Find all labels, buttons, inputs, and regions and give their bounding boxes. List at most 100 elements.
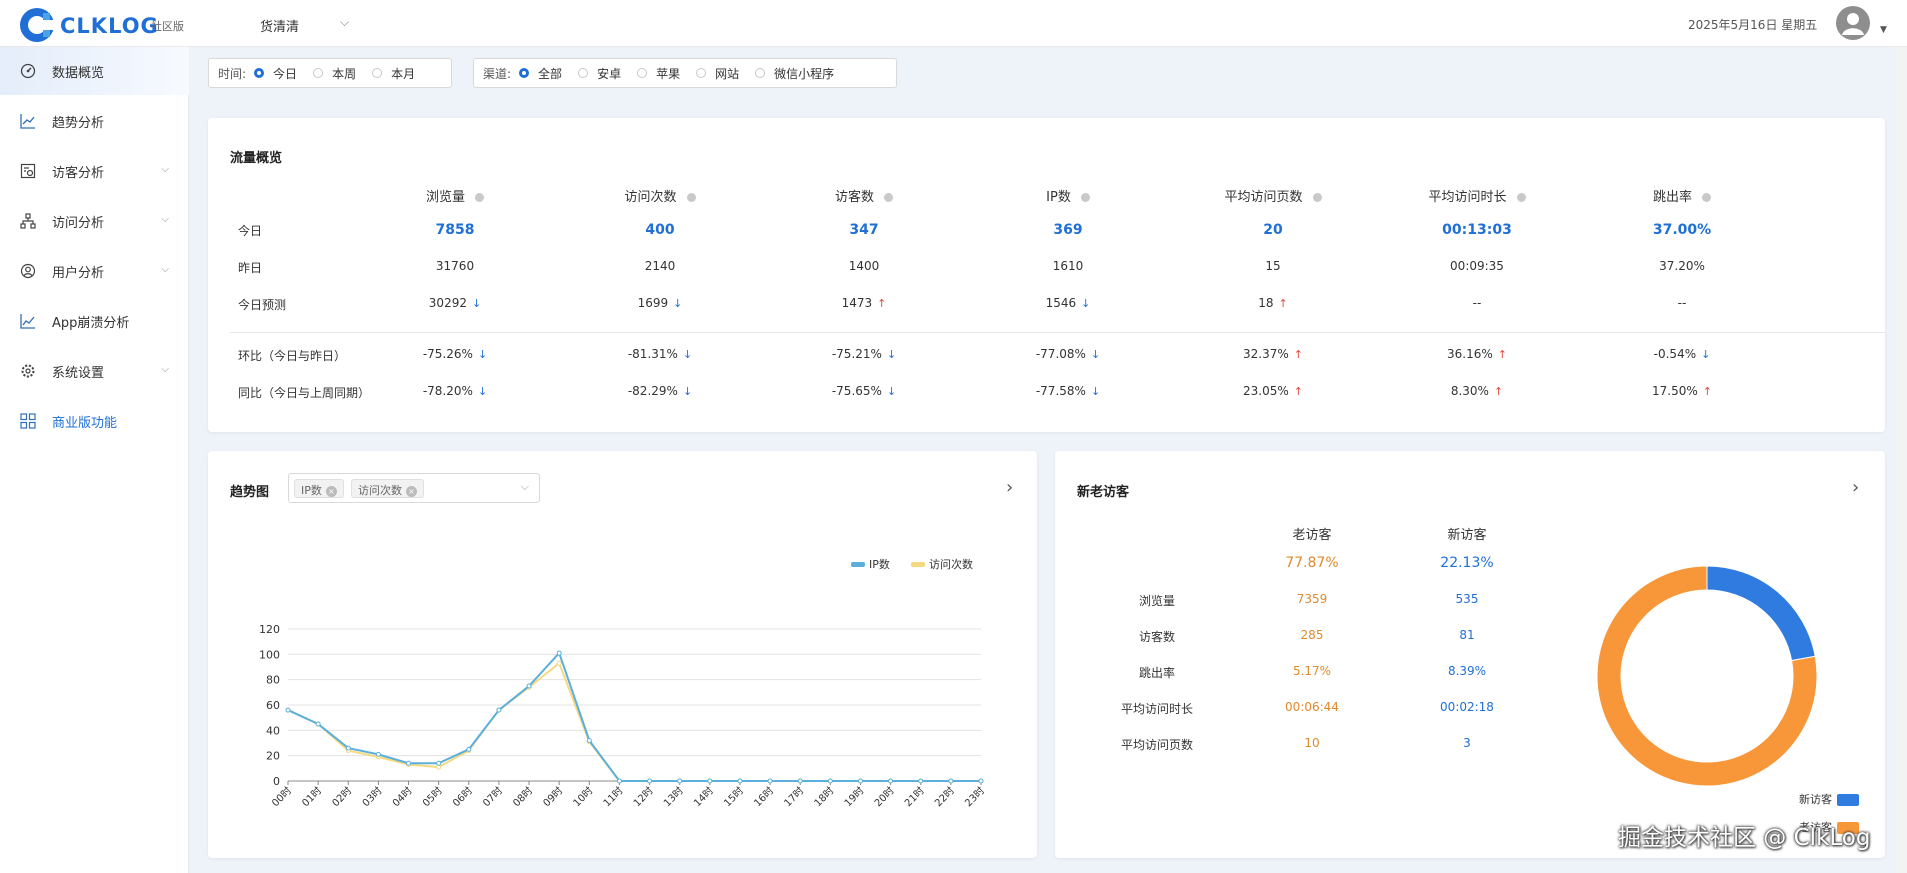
info-icon[interactable] bbox=[686, 193, 696, 202]
x-tick-label: 07时 bbox=[480, 785, 505, 810]
sidebar-item-visitor[interactable]: 访客分析 ⌵ bbox=[0, 147, 189, 195]
x-tick-label: 12时 bbox=[631, 785, 656, 810]
sidebar-item-overview[interactable]: 数据概览 bbox=[0, 47, 189, 95]
data-point bbox=[315, 721, 321, 727]
chevron-down-icon: ⌵ bbox=[161, 164, 169, 175]
avatar[interactable] bbox=[1836, 6, 1870, 40]
data-point bbox=[526, 683, 532, 689]
row-label: 同比（今日与上周同期） bbox=[238, 386, 371, 400]
table-cell: 369 bbox=[1053, 222, 1083, 238]
arrow-down-icon: ↓ bbox=[477, 348, 488, 361]
info-icon[interactable] bbox=[1702, 193, 1711, 202]
chevron-down-icon[interactable]: ⌵ bbox=[340, 15, 349, 30]
radio-apple[interactable]: 苹果 bbox=[637, 65, 680, 82]
traffic-column-header: 平均访问时长 bbox=[1407, 186, 1547, 205]
table-cell: -- bbox=[1677, 296, 1687, 310]
y-tick-label: 0 bbox=[273, 775, 280, 788]
channel-filter: 渠道: 全部 安卓 苹果 网站 微信小程序 bbox=[473, 58, 897, 88]
sidebar-item-user[interactable]: 用户分析 ⌵ bbox=[0, 247, 189, 295]
radio-all[interactable]: 全部 bbox=[519, 65, 562, 82]
traffic-column-header: 访问次数 bbox=[590, 186, 730, 205]
arrow-down-icon: ↓ bbox=[886, 348, 897, 361]
radio-wechat-miniprogram[interactable]: 微信小程序 bbox=[755, 65, 834, 82]
x-tick-label: 23时 bbox=[963, 785, 988, 810]
sidebar-item-trend[interactable]: 趋势分析 bbox=[0, 97, 189, 145]
table-cell: 18 ↑ bbox=[1258, 296, 1288, 310]
data-point bbox=[918, 778, 924, 784]
traffic-column-header: 访客数 bbox=[794, 186, 934, 205]
table-cell: 8.30% ↑ bbox=[1450, 384, 1504, 398]
arrow-down-icon: ↓ bbox=[682, 385, 693, 398]
table-cell: 1473 ↑ bbox=[841, 296, 887, 310]
table-cell: 32.37% ↑ bbox=[1243, 347, 1303, 361]
table-cell: -- bbox=[1472, 296, 1482, 310]
x-tick-label: 21时 bbox=[902, 785, 927, 810]
arrow-up-icon: ↑ bbox=[877, 297, 887, 310]
info-icon[interactable] bbox=[884, 193, 893, 202]
table-cell: 1699 ↓ bbox=[637, 296, 683, 310]
data-point bbox=[556, 650, 562, 656]
row-label: 今日预测 bbox=[238, 298, 287, 312]
row-label: 环比（今日与昨日） bbox=[238, 349, 347, 363]
sidebar-item-settings[interactable]: 系统设置 ⌵ bbox=[0, 347, 189, 395]
time-filter: 时间: 今日 本周 本月 bbox=[208, 58, 452, 88]
data-point bbox=[406, 760, 412, 766]
x-tick-label: 13时 bbox=[661, 785, 686, 810]
data-point bbox=[647, 778, 653, 784]
radio-today[interactable]: 今日 bbox=[254, 65, 297, 82]
info-icon[interactable] bbox=[1312, 193, 1322, 202]
sidebar-item-label: 访问分析 bbox=[52, 215, 105, 231]
y-tick-label: 80 bbox=[266, 674, 280, 687]
data-point bbox=[466, 746, 472, 752]
data-point bbox=[978, 778, 984, 784]
x-tick-label: 04时 bbox=[390, 785, 415, 810]
table-row: 环比（今日与昨日） -75.26% ↓ -81.31% ↓ -75.21% ↓ -77.08%… bbox=[230, 345, 1890, 365]
info-icon[interactable] bbox=[1080, 193, 1090, 202]
table-cell: 2140 bbox=[644, 259, 676, 273]
arrow-down-icon: ↓ bbox=[673, 297, 683, 310]
data-point bbox=[737, 778, 743, 784]
x-tick-label: 15时 bbox=[722, 785, 747, 810]
table-cell: 37.00% bbox=[1652, 222, 1712, 238]
divider bbox=[230, 332, 1885, 333]
data-point bbox=[285, 707, 291, 713]
row-label: 昨日 bbox=[238, 261, 263, 275]
trend-card: 趋势图 IP数 × 访问次数 × ⌵ › 0 20 40 60 80 100 120 00时 01时… bbox=[208, 451, 1037, 858]
table-cell: -81.31% ↓ bbox=[627, 347, 693, 361]
sidebar-item-crash[interactable]: App崩溃分析 bbox=[0, 297, 189, 345]
arrow-down-icon: ↓ bbox=[1701, 348, 1711, 361]
radio-website[interactable]: 网站 bbox=[696, 65, 739, 82]
table-row: 今日 7858 400 347 369 20 00:13:03 37.00% bbox=[230, 220, 1890, 240]
traffic-column-header: IP数 bbox=[998, 186, 1138, 205]
clklog-logo-icon bbox=[20, 8, 56, 42]
sidebar-item-label: 系统设置 bbox=[52, 365, 105, 381]
radio-this-month[interactable]: 本月 bbox=[372, 65, 415, 82]
table-cell: 1610 bbox=[1052, 259, 1084, 273]
series-line-visits bbox=[287, 661, 981, 782]
table-row: 今日预测 30292 ↓ 1699 ↓ 1473 ↑ 1546 ↓ 18 ↑ -- -- bbox=[230, 294, 1890, 314]
table-cell: 37.20% bbox=[1659, 259, 1705, 273]
traffic-column-header: 平均访问页数 bbox=[1203, 186, 1343, 205]
data-point bbox=[677, 778, 683, 784]
sidebar-item-visit[interactable]: 访问分析 ⌵ bbox=[0, 197, 189, 245]
x-tick-label: 22时 bbox=[932, 785, 957, 810]
caret-down-icon[interactable]: ▼ bbox=[1880, 25, 1887, 35]
radio-android[interactable]: 安卓 bbox=[578, 65, 621, 82]
time-filter-label: 时间: bbox=[218, 66, 247, 81]
data-point bbox=[345, 745, 351, 751]
trend-chart: 02040608010012000时 01时 02时 03时 04时 05时 06时 07时 0… bbox=[259, 557, 988, 810]
radio-this-week[interactable]: 本周 bbox=[313, 65, 356, 82]
table-cell: 400 bbox=[645, 222, 675, 238]
scrollbar[interactable] bbox=[1895, 47, 1907, 873]
table-cell: -75.26% ↓ bbox=[422, 347, 488, 361]
info-icon[interactable] bbox=[1516, 193, 1526, 202]
data-point bbox=[888, 778, 894, 784]
user-icon bbox=[20, 263, 36, 279]
table-cell: 15 bbox=[1265, 259, 1281, 273]
data-point bbox=[827, 778, 833, 784]
data-point bbox=[707, 778, 713, 784]
project-selector[interactable]: 货清清 bbox=[260, 16, 299, 35]
info-icon[interactable] bbox=[475, 193, 484, 202]
sidebar-item-business[interactable]: 商业版功能 bbox=[0, 397, 189, 445]
y-tick-label: 40 bbox=[266, 724, 280, 737]
